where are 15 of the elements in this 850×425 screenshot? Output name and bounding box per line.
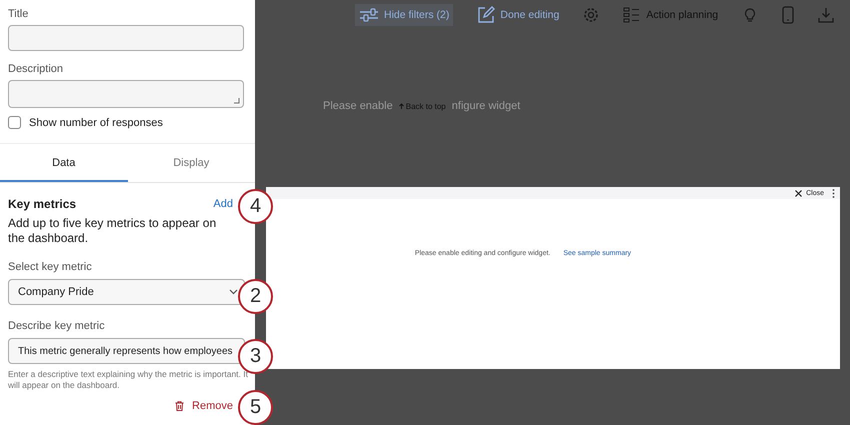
add-link[interactable]: Add — [213, 198, 233, 210]
done-editing-button[interactable]: Done editing — [477, 6, 560, 24]
section-description: Add up to five key metrics to appear on the dashboard. — [8, 216, 218, 246]
checkbox-label: Show number of responses — [29, 116, 163, 128]
field-label: Description — [8, 63, 64, 75]
background-message: nfigure widget — [452, 100, 520, 112]
metric-description-field[interactable]: This metric generally represents how employees — [8, 338, 245, 364]
field-label: Title — [8, 8, 30, 20]
background-message: Please enable — [323, 100, 393, 112]
section-heading: Key metrics — [8, 197, 76, 211]
field-label: Describe key metric — [8, 320, 106, 332]
metric-dropdown[interactable]: Company Pride — [8, 279, 245, 305]
hide-filters-button[interactable]: Hide filters (2) — [355, 4, 454, 26]
remove-button[interactable]: Remove — [175, 400, 233, 412]
field-label: Select key metric — [8, 261, 93, 273]
